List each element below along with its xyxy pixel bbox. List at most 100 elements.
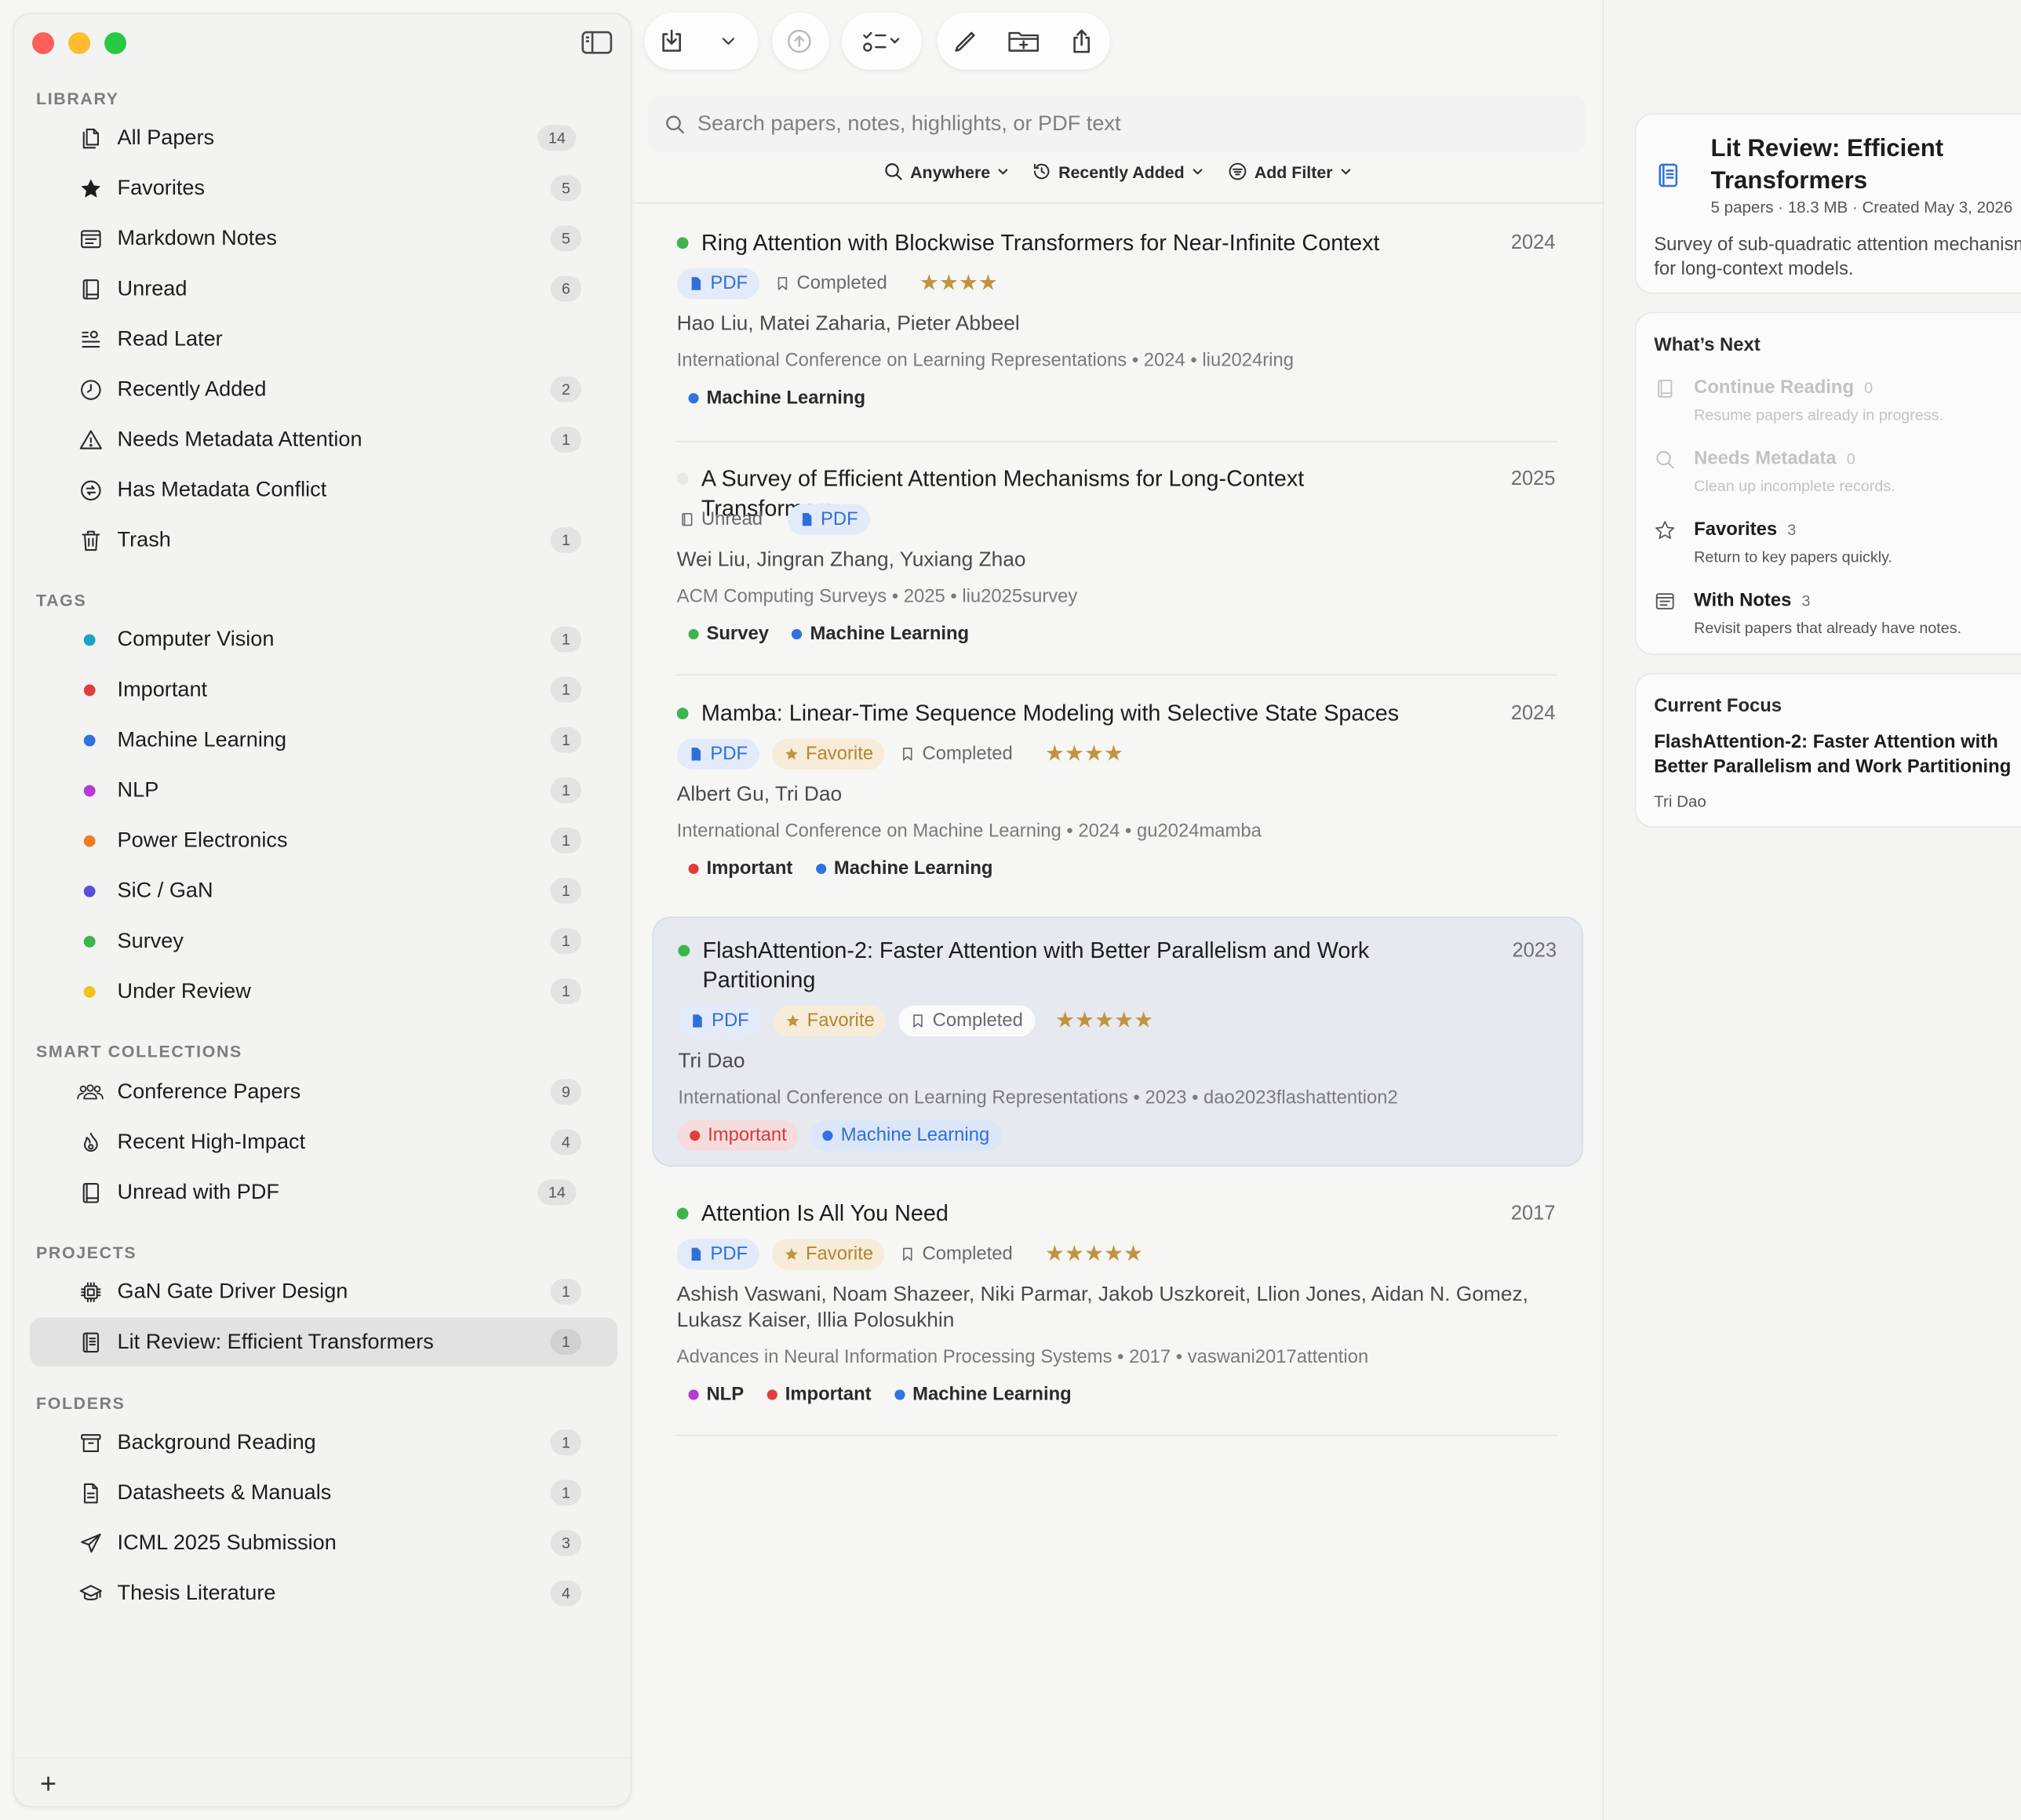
sidebar-item-markdown-notes[interactable]: Markdown Notes 5 — [30, 214, 617, 263]
tag-item-computer-vision[interactable]: Computer Vision 1 — [30, 615, 617, 664]
reading-status-badge[interactable]: Completed — [898, 739, 1024, 770]
whats-next-item[interactable]: Continue Reading 0 Resume papers already i… — [1654, 377, 2021, 434]
document-fill-icon — [691, 1247, 701, 1261]
tag-pill[interactable]: Important — [688, 854, 792, 884]
read-status-dot — [676, 708, 689, 719]
reading-status-badge[interactable]: Unread — [677, 504, 774, 534]
tag-pill[interactable]: Important — [678, 1119, 799, 1152]
paper-row[interactable]: A Survey of Efficient Attention Mechanis… — [652, 446, 1582, 676]
tag-color-dot — [83, 784, 96, 796]
current-focus-card: Current Focus FlashAttention-2: Faster A… — [1634, 672, 2021, 828]
tag-pill[interactable]: Machine Learning — [810, 1119, 1001, 1152]
star-icon — [76, 174, 104, 202]
select-mode-button[interactable] — [850, 13, 914, 69]
whats-next-item[interactable]: Needs Metadata 0 Clean up incomplete recor… — [1654, 449, 2021, 505]
favorite-badge-label: Favorite — [807, 1010, 875, 1032]
pdf-badge[interactable]: PDF — [678, 1005, 761, 1037]
pdf-badge[interactable]: PDF — [676, 738, 759, 770]
paper-row[interactable]: Attention Is All You Need 2017 PDF Favorite… — [652, 1181, 1582, 1436]
reading-status-badge[interactable]: Completed — [898, 1239, 1024, 1269]
star-outline-icon — [1655, 521, 1675, 539]
favorite-badge[interactable]: Favorite — [773, 1005, 887, 1037]
rating-stars[interactable]: ★★★★★ — [1045, 1241, 1143, 1267]
rating-stars[interactable]: ★★★★ — [1045, 741, 1123, 767]
sidebar-item-all-papers[interactable]: All Papers 14 — [30, 114, 617, 162]
project-item-gan-gate-driver-design[interactable]: GaN Gate Driver Design 1 — [30, 1267, 617, 1316]
tag-color-dot — [815, 863, 827, 875]
tag-pill[interactable]: Machine Learning — [894, 1379, 1072, 1410]
sidebar-toggle-icon[interactable] — [581, 30, 613, 56]
tag-pill[interactable]: Machine Learning — [815, 854, 992, 884]
search-input[interactable] — [697, 104, 1575, 144]
folder-item-datasheets-manuals[interactable]: Datasheets & Manuals 1 — [30, 1469, 617, 1517]
import-button[interactable] — [645, 13, 699, 69]
paper-row[interactable]: Ring Attention with Blockwise Transforme… — [652, 210, 1582, 442]
tag-pill[interactable]: Machine Learning — [688, 383, 865, 413]
folder-item-background-reading[interactable]: Background Reading 1 — [30, 1418, 617, 1467]
sidebar-item-label: Needs Metadata Attention — [117, 427, 362, 451]
close-window-button[interactable] — [32, 32, 55, 55]
sidebar-item-read-later[interactable]: Read Later — [30, 315, 617, 363]
current-focus-paper[interactable]: FlashAttention-2: Faster Attention with … — [1654, 731, 2021, 780]
sidebar-item-needs-metadata-attention[interactable]: Needs Metadata Attention 1 — [30, 415, 617, 464]
whats-next-item[interactable]: With Notes 3 Revisit papers that already h… — [1654, 591, 2021, 647]
tag-item-survey[interactable]: Survey 1 — [30, 916, 617, 965]
favorite-badge[interactable]: Favorite — [772, 1239, 885, 1270]
tag-item-nlp[interactable]: NLP 1 — [30, 766, 617, 814]
sidebar-item-favorites[interactable]: Favorites 5 — [30, 164, 617, 213]
zoom-window-button[interactable] — [104, 32, 127, 55]
pdf-badge[interactable]: PDF — [676, 1239, 759, 1270]
project-item-lit-review-efficient-transformers[interactable]: Lit Review: Efficient Transformers 1 — [29, 1317, 618, 1367]
sidebar-item-has-metadata-conflict[interactable]: Has Metadata Conflict — [30, 465, 617, 514]
add-collection-button[interactable]: + — [40, 1767, 56, 1801]
upload-button[interactable] — [772, 13, 826, 69]
chip-icon — [76, 1277, 104, 1305]
tag-item-under-review[interactable]: Under Review 1 — [30, 966, 617, 1015]
new-folder-button[interactable] — [996, 13, 1051, 69]
edit-button[interactable] — [939, 13, 993, 69]
smart-item-conference-papers[interactable]: Conference Papers 9 — [30, 1068, 617, 1116]
sidebar-item-label: Recent High-Impact — [117, 1130, 306, 1153]
tag-item-sic-gan[interactable]: SiC / GaN 1 — [30, 866, 617, 915]
reading-status-badge[interactable]: Completed — [898, 1005, 1035, 1037]
tag-item-machine-learning[interactable]: Machine Learning 1 — [30, 715, 617, 764]
sort-filter[interactable]: Recently Added — [1032, 157, 1204, 185]
reading-status-badge[interactable]: Completed — [772, 268, 898, 299]
smart-item-unread-with-pdf[interactable]: Unread with PDF 14 — [30, 1168, 617, 1217]
project-meta: 5 papers · 18.3 MB · Created May 3, 2026 — [1710, 198, 2013, 217]
paper-row[interactable]: FlashAttention-2: Faster Attention with … — [652, 916, 1583, 1167]
smart-item-recent-high-impact[interactable]: Recent High-Impact 4 — [30, 1118, 617, 1167]
paper-row[interactable]: Mamba: Linear-Time Sequence Modeling wit… — [652, 681, 1582, 910]
tag-label: Machine Learning — [810, 624, 970, 645]
sidebar-item-unread[interactable]: Unread 6 — [30, 264, 617, 313]
folder-item-thesis-literature[interactable]: Thesis Literature 4 — [30, 1569, 617, 1618]
tag-item-important[interactable]: Important 1 — [30, 665, 617, 714]
tray-download-icon — [662, 29, 681, 52]
whats-next-item[interactable]: Favorites 3 Return to key papers quickly. — [1654, 519, 2021, 576]
tag-pill[interactable]: Machine Learning — [792, 619, 970, 650]
tag-pill[interactable]: NLP — [688, 1379, 744, 1410]
share-button[interactable] — [1054, 13, 1109, 69]
tag-item-power-electronics[interactable]: Power Electronics 1 — [30, 816, 617, 864]
paper-title: FlashAttention-2: Faster Attention with … — [702, 937, 1370, 993]
import-options-button[interactable] — [699, 13, 759, 69]
graduation-cap-icon — [76, 1579, 104, 1607]
folder-item-icml-2025-submission[interactable]: ICML 2025 Submission 3 — [30, 1519, 617, 1567]
sidebar: LIBRARY All Papers 14 Favorites 5 Markdown N… — [13, 13, 632, 1807]
tag-pill[interactable]: Survey — [688, 619, 769, 650]
sidebar-item-trash[interactable]: Trash 1 — [30, 515, 617, 564]
sidebar-item-recently-added[interactable]: Recently Added 2 — [30, 365, 617, 413]
rating-stars[interactable]: ★★★★★ — [1055, 1008, 1153, 1034]
scope-filter[interactable]: Anywhere — [883, 157, 1010, 185]
favorite-badge[interactable]: Favorite — [772, 738, 885, 770]
pdf-badge[interactable]: PDF — [676, 268, 759, 300]
pdf-badge[interactable]: PDF — [787, 504, 870, 535]
read-status-dot — [678, 945, 690, 957]
rating-stars[interactable]: ★★★★ — [919, 271, 998, 297]
tag-pill[interactable]: Important — [767, 1379, 872, 1410]
sidebar-item-label: Background Reading — [117, 1430, 316, 1454]
sidebar-item-label: Thesis Literature — [117, 1581, 276, 1604]
minimize-window-button[interactable] — [68, 32, 91, 55]
add-filter-button[interactable]: Add Filter — [1227, 157, 1352, 185]
paper-tags: Survey Machine Learning — [688, 619, 969, 650]
